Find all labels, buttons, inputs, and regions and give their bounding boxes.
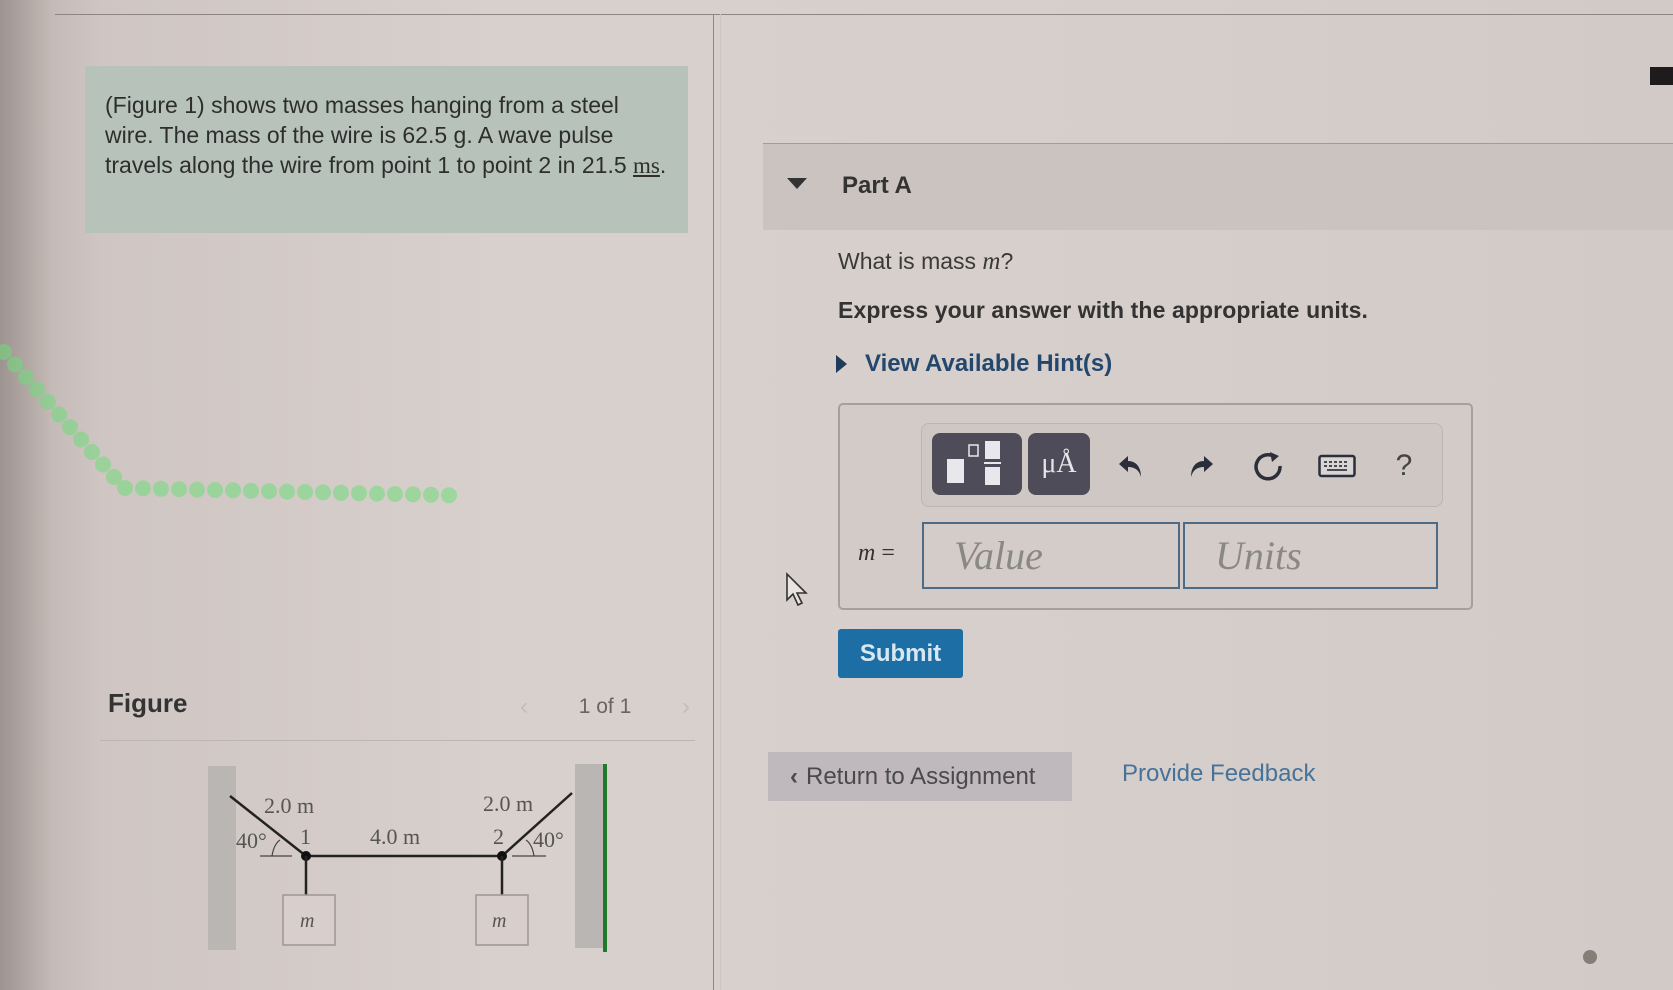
- redo-icon: [1191, 456, 1213, 477]
- top-border: [55, 14, 1673, 15]
- middle-length-label: 4.0 m: [370, 824, 420, 849]
- glare-dot: [261, 483, 277, 500]
- problem-intro-text: (Figure 1) shows two masses hanging from…: [105, 92, 634, 178]
- glare-dot: [153, 480, 169, 497]
- glare-dot: [18, 369, 34, 385]
- glare-dot: [315, 484, 331, 501]
- figure-divider: [100, 740, 695, 741]
- right-mass-label: m: [492, 910, 506, 932]
- glare-dot: [441, 487, 457, 504]
- problem-intro-suffix: .: [659, 152, 667, 178]
- glare-dot: [95, 456, 111, 473]
- glare-dot: [351, 485, 367, 502]
- caret-down-icon[interactable]: [787, 178, 807, 189]
- glare-dot: [40, 394, 56, 410]
- problem-intro-unit: ms: [633, 153, 660, 178]
- left-wall: [208, 766, 236, 950]
- reset-icon: [1254, 452, 1282, 481]
- left-length-label: 2.0 m: [264, 793, 314, 818]
- glare-dot: [117, 480, 133, 496]
- window-control-icon[interactable]: [1650, 67, 1673, 85]
- panel-divider: [713, 14, 714, 990]
- answer-variable: m: [858, 540, 876, 566]
- glare-dot: [51, 406, 67, 423]
- glare-dot: [225, 482, 241, 499]
- templates-icon: [947, 441, 1001, 485]
- figure-pager: ‹ 1 of 1 ›: [520, 692, 690, 722]
- keyboard-icon: [1318, 454, 1356, 478]
- question-text: What is mass m?: [838, 248, 1013, 276]
- glare-dot: [189, 481, 205, 498]
- units-icon: μÅ: [1041, 448, 1077, 479]
- screen-dust-artifact: [1583, 950, 1597, 964]
- right-length-label: 2.0 m: [483, 791, 533, 816]
- templates-button[interactable]: [932, 433, 1022, 495]
- figure-label: Figure: [108, 688, 188, 718]
- screen-glare-artifact: [0, 344, 457, 504]
- units-input[interactable]: [1183, 522, 1438, 589]
- value-input[interactable]: [922, 522, 1180, 589]
- glare-dot: [7, 356, 23, 373]
- reset-button[interactable]: [1248, 446, 1288, 486]
- glare-dot: [62, 419, 78, 435]
- return-label: Return to Assignment: [806, 762, 1036, 790]
- glare-dot: [135, 480, 151, 497]
- answer-equals: =: [875, 540, 895, 566]
- redo-button[interactable]: [1180, 446, 1220, 486]
- figure-diagram: 2.0 m 2.0 m 4.0 m 40° 40° 1 2 m m: [208, 764, 607, 952]
- glare-dot: [29, 381, 45, 398]
- glare-dot: [279, 483, 295, 500]
- right-wall: [575, 764, 603, 948]
- mouse-pointer-icon: [786, 572, 808, 607]
- glare-dot: [369, 485, 385, 502]
- glare-dot: [297, 484, 313, 500]
- submit-button[interactable]: Submit: [838, 629, 963, 678]
- point-1-label: 1: [300, 824, 311, 849]
- left-angle-arc: [271, 839, 281, 857]
- question-suffix: ?: [1000, 248, 1014, 274]
- provide-feedback-link[interactable]: Provide Feedback: [1122, 760, 1315, 788]
- question-variable: m: [982, 248, 1001, 275]
- chevron-left-icon[interactable]: ‹: [520, 693, 528, 721]
- help-button[interactable]: ?: [1384, 446, 1424, 486]
- part-a-title[interactable]: Part A: [842, 172, 912, 200]
- caret-right-icon: [836, 355, 847, 373]
- glare-dot: [387, 486, 403, 502]
- glare-dot: [171, 481, 187, 498]
- view-hints-toggle[interactable]: View Available Hint(s): [836, 350, 1112, 378]
- question-prefix: What is mass: [838, 248, 983, 274]
- help-icon: ?: [1395, 449, 1413, 482]
- units-button[interactable]: μÅ: [1028, 433, 1090, 495]
- glare-dot: [423, 486, 439, 503]
- answer-variable-label: m =: [858, 540, 895, 567]
- problem-intro: (Figure 1) shows two masses hanging from…: [85, 66, 688, 233]
- figure-page-indicator: 1 of 1: [578, 695, 632, 718]
- panel-divider-highlight: [720, 14, 721, 990]
- glare-dot: [333, 484, 349, 501]
- undo-icon: [1119, 456, 1141, 477]
- return-to-assignment-button[interactable]: ‹ Return to Assignment: [768, 752, 1072, 801]
- view-hints-label[interactable]: View Available Hint(s): [865, 350, 1112, 378]
- chevron-left-icon: ‹: [790, 762, 798, 790]
- glare-dot: [207, 482, 223, 498]
- keyboard-button[interactable]: [1315, 446, 1359, 486]
- left-mass-label: m: [300, 910, 314, 932]
- glare-dot: [243, 482, 259, 499]
- left-angle-label: 40°: [236, 828, 267, 853]
- glare-dot: [405, 486, 421, 503]
- glare-dot: [0, 344, 12, 360]
- point-2-label: 2: [493, 824, 504, 849]
- answer-instruction: Express your answer with the appropriate…: [838, 297, 1368, 323]
- glare-dot: [73, 431, 89, 448]
- undo-button[interactable]: [1112, 446, 1152, 486]
- right-angle-label: 40°: [533, 827, 564, 852]
- glare-dot: [84, 444, 100, 460]
- chevron-right-icon[interactable]: ›: [682, 693, 690, 721]
